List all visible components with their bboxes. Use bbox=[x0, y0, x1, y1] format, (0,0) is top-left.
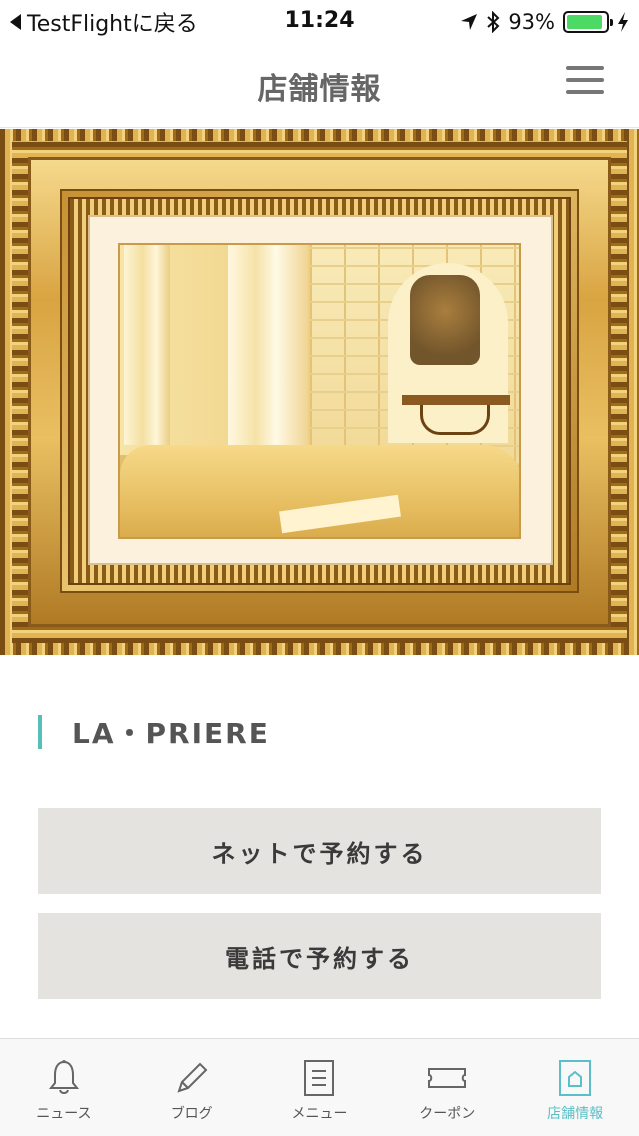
battery-cap bbox=[610, 19, 613, 26]
status-indicators: 93% bbox=[460, 8, 629, 36]
tab-label: 店舗情報 bbox=[547, 1106, 604, 1122]
tab-label: ニュース bbox=[36, 1106, 92, 1122]
heading-accent-bar bbox=[38, 715, 42, 749]
status-bar: TestFlightに戻る 11:24 93% bbox=[0, 0, 639, 44]
document-list-icon bbox=[304, 1060, 335, 1096]
bluetooth-icon bbox=[487, 11, 500, 33]
tab-bar: ニュース ブログ メニュー クーポン 店舗情報 bbox=[0, 1038, 639, 1136]
bell-icon bbox=[48, 1060, 79, 1094]
battery-level bbox=[567, 15, 603, 29]
shop-name-heading: LA・PRIERE bbox=[38, 714, 270, 750]
charging-bolt-icon bbox=[618, 12, 628, 32]
tel-reserve-button[interactable]: 電話で予約する bbox=[38, 913, 601, 999]
net-reserve-button[interactable]: ネットで予約する bbox=[38, 808, 601, 894]
shop-info-icon bbox=[559, 1060, 592, 1096]
hamburger-menu-icon[interactable] bbox=[566, 66, 606, 100]
tab-coupon[interactable]: クーポン bbox=[383, 1039, 511, 1136]
hero-image bbox=[0, 129, 639, 655]
nav-header: 店舗情報 bbox=[0, 44, 639, 128]
battery-icon bbox=[563, 11, 613, 33]
tab-blog[interactable]: ブログ bbox=[128, 1039, 256, 1136]
treatment-room-photo bbox=[118, 243, 521, 539]
ticket-icon bbox=[428, 1068, 467, 1088]
location-arrow-icon bbox=[461, 14, 478, 30]
tab-shop-info[interactable]: 店舗情報 bbox=[511, 1039, 639, 1136]
pencil-icon bbox=[177, 1062, 208, 1093]
tab-label: ブログ bbox=[170, 1106, 213, 1122]
tab-news[interactable]: ニュース bbox=[0, 1039, 128, 1136]
shop-name: LA・PRIERE bbox=[72, 717, 270, 750]
tab-label: クーポン bbox=[419, 1106, 476, 1122]
tab-label: メニュー bbox=[291, 1106, 348, 1122]
tab-menu[interactable]: メニュー bbox=[256, 1039, 384, 1136]
page-title: 店舗情報 bbox=[257, 72, 382, 107]
battery-percent: 93% bbox=[508, 10, 555, 34]
